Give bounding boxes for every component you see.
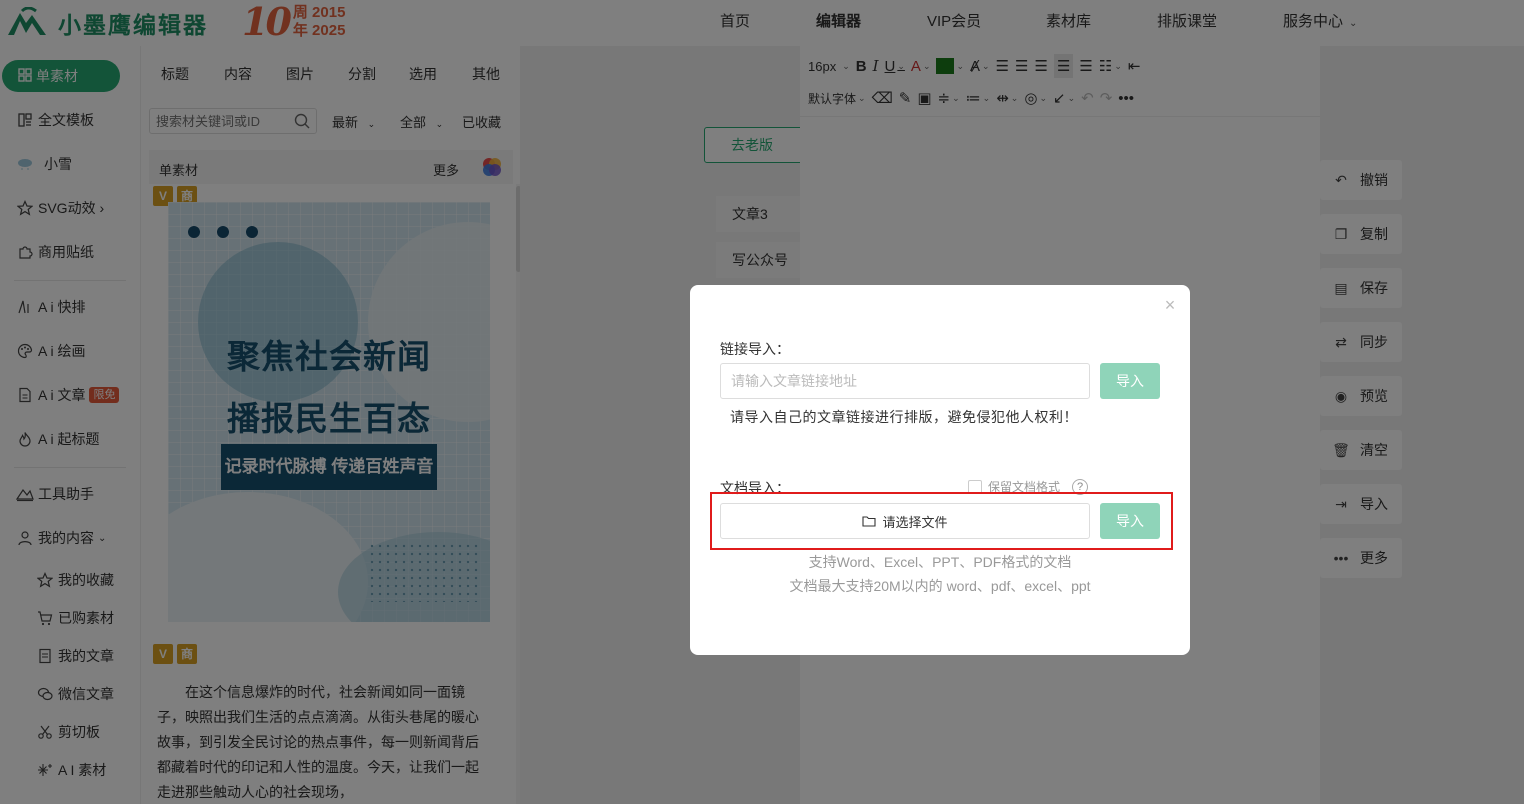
- choose-file-label: 请选择文件: [882, 514, 948, 530]
- doc-import-button[interactable]: 导入: [1100, 503, 1160, 539]
- link-import-button[interactable]: 导入: [1100, 363, 1160, 399]
- copyright-warning: 请导入自己的文章链接进行排版，避免侵犯他人权利！: [730, 409, 1078, 425]
- keep-format-option[interactable]: 保留文档格式 ?: [968, 478, 1089, 495]
- supported-formats-hint: 支持Word、Excel、PPT、PDF格式的文档: [808, 554, 1072, 570]
- help-icon[interactable]: ?: [1072, 478, 1089, 495]
- keep-format-checkbox[interactable]: [968, 479, 982, 494]
- doc-import-label: 文档导入：: [720, 480, 790, 496]
- import-modal: × 链接导入： 导入 请导入自己的文章链接进行排版，避免侵犯他人权利！ 文档导入…: [690, 285, 1190, 655]
- size-limit-hint: 文档最大支持20M以内的 word、pdf、excel、ppt: [789, 578, 1091, 594]
- article-url-input[interactable]: [720, 363, 1090, 399]
- keep-format-label: 保留文档格式: [988, 480, 1061, 494]
- folder-icon: [862, 516, 877, 527]
- close-icon[interactable]: ×: [1162, 296, 1178, 314]
- choose-file-button[interactable]: 请选择文件: [720, 503, 1090, 539]
- link-import-label: 链接导入：: [720, 341, 790, 357]
